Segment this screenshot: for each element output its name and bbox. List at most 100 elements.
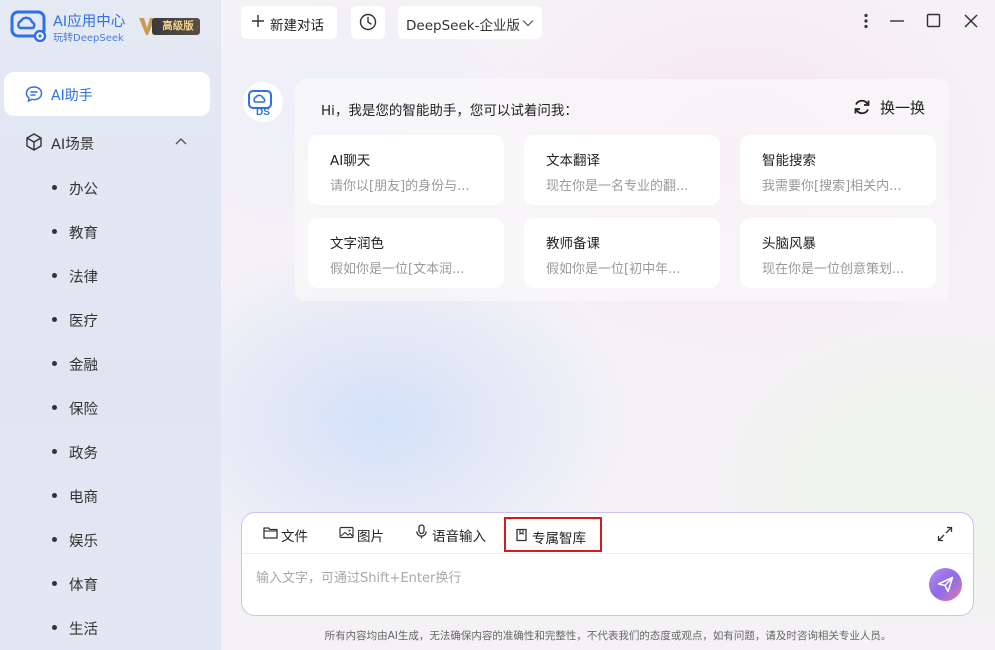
scene-item-label: 保险 (69, 402, 98, 418)
prompt-desc: 请你以[朋友]的身份与... (330, 179, 470, 194)
bullet (52, 229, 57, 234)
prompt-desc: 假如你是一位[文本润... (330, 262, 465, 277)
prompt-title: 教师备课 (546, 236, 600, 252)
scene-item-label: 教育 (69, 226, 98, 242)
knowledge-base-button[interactable]: 专属智库 (504, 517, 602, 552)
refresh-label: 换一换 (880, 99, 926, 117)
scene-item-label: 法律 (69, 270, 98, 286)
chevron-down-icon (522, 20, 534, 27)
prompt-desc: 现在你是一名专业的翻... (546, 179, 689, 194)
new-chat-button[interactable]: 新建对话 (241, 6, 337, 39)
prompt-desc: 我需要你[搜索]相关内... (762, 179, 902, 194)
scene-item[interactable]: 医疗 (0, 297, 221, 341)
model-select[interactable]: DeepSeek-企业版 (398, 6, 542, 39)
upload-image-button[interactable]: 图片 (339, 522, 391, 546)
scene-item[interactable]: 电商 (0, 473, 221, 517)
prompt-title: 文本翻译 (546, 153, 600, 169)
model-select-value: DeepSeek-企业版 (406, 18, 520, 34)
scene-item-label: 电商 (69, 490, 98, 506)
bullet (52, 273, 57, 278)
main-panel: 新建对话 DeepSeek-企业版 DS Hi，我是您的智能助手，您可以试着问我… (221, 0, 995, 650)
minimize-button[interactable] (886, 10, 908, 32)
expand-icon[interactable] (936, 525, 954, 543)
microphone-icon (416, 524, 427, 539)
prompt-card[interactable]: 文本翻译 现在你是一名专业的翻... (524, 135, 720, 205)
voice-input-button[interactable]: 语音输入 (414, 522, 494, 546)
sidebar-item-ai-scenes[interactable]: AI场景 (4, 122, 210, 162)
message-input[interactable] (256, 565, 916, 591)
scene-item-label: 生活 (69, 622, 98, 638)
sidebar-item-label: AI助手 (51, 88, 93, 104)
send-icon (937, 576, 954, 593)
bullet (52, 625, 57, 630)
image-icon (339, 526, 354, 539)
input-divider (242, 553, 972, 554)
scene-item[interactable]: 生活 (0, 605, 221, 649)
scene-item[interactable]: 金融 (0, 341, 221, 385)
folder-icon (263, 527, 278, 539)
bullet (52, 317, 57, 322)
more-icon (864, 13, 868, 29)
scene-item-label: 办公 (69, 182, 98, 198)
clock-icon (359, 13, 377, 31)
scene-item[interactable]: 政务 (0, 429, 221, 473)
refresh-icon (854, 99, 870, 115)
vip-badge: 高级版 (138, 16, 200, 36)
chevron-up-icon[interactable] (174, 136, 188, 146)
app-logo[interactable]: AI应用中心 玩转DeepSeek 高级版 (10, 8, 210, 44)
scene-item[interactable]: 法律 (0, 253, 221, 297)
prompt-desc: 现在你是一位创意策划... (762, 262, 905, 277)
scene-item-label: 娱乐 (69, 534, 98, 550)
scene-item-label: 金融 (69, 358, 98, 374)
prompt-title: AI聊天 (330, 153, 371, 169)
more-button[interactable] (855, 10, 877, 32)
new-chat-label: 新建对话 (270, 18, 324, 34)
scene-item[interactable]: 保险 (0, 385, 221, 429)
prompt-desc: 假如你是一位[初中年... (546, 262, 681, 277)
cube-icon (26, 133, 42, 151)
prompt-card[interactable]: 头脑风暴 现在你是一位创意策划... (740, 218, 936, 288)
close-button[interactable] (960, 10, 982, 32)
send-button[interactable] (929, 568, 962, 601)
scene-list: 办公 教育 法律 医疗 金融 保险 政务 电商 娱乐 体育 生活 (0, 165, 221, 649)
prompt-title: 文字润色 (330, 236, 384, 252)
plus-icon (252, 15, 264, 27)
scene-item-label: 体育 (69, 578, 98, 594)
bullet (52, 581, 57, 586)
greeting-text: Hi，我是您的智能助手，您可以试着问我： (321, 103, 578, 119)
maximize-button[interactable] (923, 10, 945, 32)
assistant-logo-icon: DS (248, 90, 272, 118)
vip-badge-label: 高级版 (152, 18, 200, 35)
scene-item[interactable]: 体育 (0, 561, 221, 605)
scene-item[interactable]: 办公 (0, 165, 221, 209)
refresh-prompts-button[interactable]: 换一换 (853, 96, 935, 118)
scene-item-label: 医疗 (69, 314, 98, 330)
upload-file-button[interactable]: 文件 (263, 522, 315, 546)
chat-bubble-icon (25, 86, 43, 103)
tool-label: 图片 (357, 529, 384, 545)
bullet (52, 405, 57, 410)
prompt-title: 智能搜索 (762, 153, 816, 169)
scene-item[interactable]: 娱乐 (0, 517, 221, 561)
tool-label: 文件 (281, 529, 308, 545)
logo-icon (10, 10, 47, 42)
history-button[interactable] (351, 6, 385, 39)
scene-item[interactable]: 教育 (0, 209, 221, 253)
app-subtitle: 玩转DeepSeek (53, 33, 124, 44)
greeting-card: Hi，我是您的智能助手，您可以试着问我： 换一换 AI聊天 请你以[朋友]的身份… (295, 79, 949, 301)
close-icon (964, 14, 978, 28)
prompt-title: 头脑风暴 (762, 236, 816, 252)
prompt-card[interactable]: 智能搜索 我需要你[搜索]相关内... (740, 135, 936, 205)
avatar-text: DS (256, 107, 270, 118)
prompt-card[interactable]: 教师备课 假如你是一位[初中年... (524, 218, 720, 288)
bullet (52, 185, 57, 190)
minimize-icon (890, 20, 904, 22)
bullet (52, 449, 57, 454)
tool-label: 语音输入 (432, 529, 486, 545)
bullet (52, 493, 57, 498)
prompt-card[interactable]: AI聊天 请你以[朋友]的身份与... (308, 135, 504, 205)
sidebar-item-label: AI场景 (51, 137, 95, 153)
prompt-card[interactable]: 文字润色 假如你是一位[文本润... (308, 218, 504, 288)
sidebar: AI应用中心 玩转DeepSeek 高级版 AI助手 AI场景 办公 教育 法律 (0, 0, 221, 650)
sidebar-item-ai-assistant[interactable]: AI助手 (4, 72, 210, 116)
